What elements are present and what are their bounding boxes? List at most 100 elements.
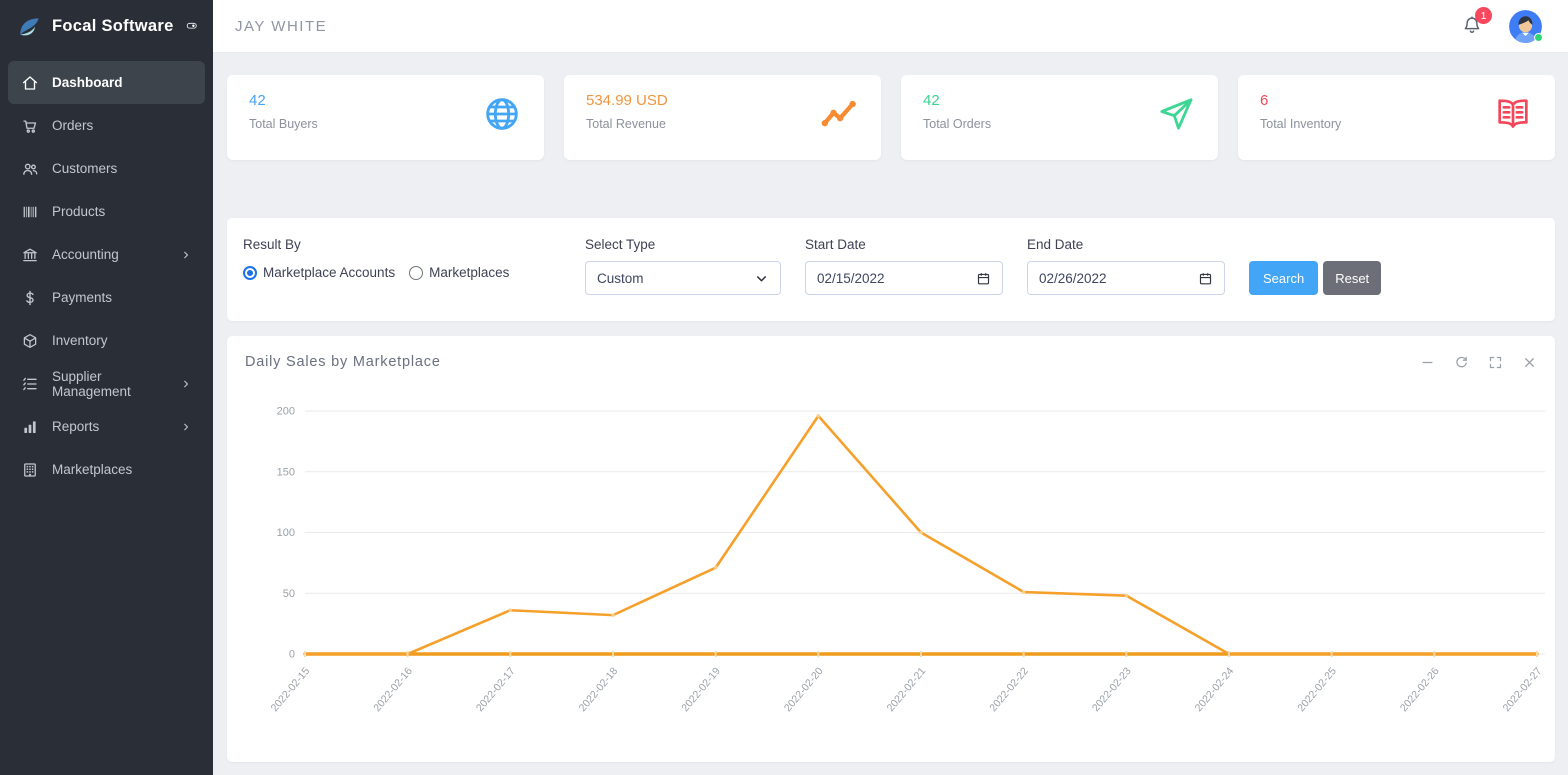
- svg-text:50: 50: [283, 588, 295, 600]
- brand: Focal Software: [0, 0, 213, 53]
- result-by-label: Result By: [243, 237, 301, 252]
- line-chart: 0 50 100 150 200 2022-02-15 2022-02-16 2022-02-…: [245, 396, 1545, 751]
- sidebar-item-inventory[interactable]: Inventory: [8, 319, 205, 362]
- sidebar-collapse-toggle-icon[interactable]: [186, 18, 197, 35]
- trend-icon: [819, 94, 859, 134]
- sidebar-item-supplier-management[interactable]: Supplier Management: [8, 362, 205, 405]
- brand-leaf-icon: [16, 14, 42, 40]
- chevron-right-icon: [180, 421, 192, 433]
- stat-value: 42: [923, 92, 940, 109]
- sidebar-item-label: Inventory: [52, 333, 108, 348]
- chart-title: Daily Sales by Marketplace: [245, 354, 441, 370]
- sidebar: Focal Software Dashboard Orders Customers P…: [0, 0, 213, 775]
- end-date-label: End Date: [1027, 237, 1084, 252]
- svg-text:2022-02-25: 2022-02-25: [1295, 665, 1339, 714]
- sidebar-item-label: Accounting: [52, 247, 119, 262]
- sidebar-item-label: Payments: [52, 290, 113, 305]
- svg-text:100: 100: [277, 527, 295, 539]
- sidebar-item-label: Reports: [52, 419, 100, 434]
- svg-text:2022-02-26: 2022-02-26: [1398, 665, 1442, 714]
- chart-toolbar: [1420, 355, 1537, 370]
- select-type-label: Select Type: [585, 237, 656, 252]
- svg-text:2022-02-16: 2022-02-16: [371, 665, 415, 714]
- svg-text:150: 150: [277, 466, 295, 478]
- book-icon: [1493, 94, 1533, 134]
- stat-value: 42: [249, 92, 266, 109]
- svg-text:2022-02-17: 2022-02-17: [474, 665, 518, 714]
- cube-icon: [21, 332, 39, 350]
- radio-marketplaces[interactable]: [409, 265, 424, 280]
- send-icon: [1156, 94, 1196, 134]
- start-date-label: Start Date: [805, 237, 866, 252]
- stat-value: 534.99 USD: [586, 92, 668, 109]
- bank-icon: [21, 246, 39, 264]
- svg-text:0: 0: [289, 649, 295, 661]
- sidebar-item-label: Orders: [52, 118, 94, 133]
- search-button[interactable]: Search: [1249, 261, 1319, 295]
- radio-marketplaces-label[interactable]: Marketplaces: [429, 265, 509, 280]
- globe-icon: [482, 94, 522, 134]
- sidebar-item-orders[interactable]: Orders: [8, 104, 205, 147]
- start-date-input[interactable]: 02/15/2022: [805, 261, 1003, 295]
- user-avatar[interactable]: [1509, 9, 1543, 43]
- stat-label: Total Buyers: [249, 117, 318, 131]
- radio-marketplace-accounts-label[interactable]: Marketplace Accounts: [263, 265, 395, 280]
- sidebar-item-label: Customers: [52, 161, 118, 176]
- svg-text:2022-02-20: 2022-02-20: [782, 665, 826, 714]
- svg-text:2022-02-23: 2022-02-23: [1090, 665, 1134, 714]
- bar-chart-icon: [21, 418, 39, 436]
- minimize-icon[interactable]: [1420, 355, 1435, 370]
- stats-cards-row: 42 Total Buyers 534.99 USD Total Revenue 42 T…: [227, 75, 1555, 160]
- chevron-right-icon: [180, 249, 192, 261]
- sidebar-item-label: Marketplaces: [52, 462, 133, 477]
- notifications-button[interactable]: 1: [1461, 7, 1492, 38]
- home-icon: [21, 74, 39, 92]
- refresh-icon[interactable]: [1454, 355, 1469, 370]
- svg-text:2022-02-18: 2022-02-18: [577, 665, 621, 714]
- barcode-icon: [21, 203, 39, 221]
- sidebar-item-reports[interactable]: Reports: [8, 405, 205, 448]
- svg-text:2022-02-24: 2022-02-24: [1193, 665, 1237, 714]
- calendar-icon: [1199, 272, 1212, 284]
- stat-value: 6: [1260, 92, 1269, 109]
- stat-label: Total Inventory: [1260, 117, 1342, 131]
- radio-marketplace-accounts[interactable]: [243, 265, 257, 280]
- select-type-value: Custom: [597, 270, 644, 286]
- sidebar-item-label: Products: [52, 204, 106, 219]
- notification-badge: 1: [1475, 7, 1492, 24]
- fullscreen-icon[interactable]: [1488, 355, 1503, 370]
- chevron-down-icon: [757, 275, 766, 281]
- list-icon: [21, 375, 39, 393]
- chart-panel: Daily Sales by Marketplace 0 50 100 150 …: [227, 336, 1555, 762]
- topbar: JAY WHITE 1: [213, 0, 1568, 53]
- sidebar-item-label: Supplier Management: [52, 368, 131, 399]
- sidebar-item-products[interactable]: Products: [8, 190, 205, 233]
- stat-label: Total Orders: [923, 117, 992, 131]
- sidebar-item-accounting[interactable]: Accounting: [8, 233, 205, 276]
- online-status-dot: [1534, 32, 1543, 42]
- sidebar-item-dashboard[interactable]: Dashboard: [8, 61, 205, 104]
- start-date-value: 02/15/2022: [817, 270, 885, 286]
- sidebar-item-marketplaces[interactable]: Marketplaces: [8, 448, 205, 491]
- svg-text:2022-02-15: 2022-02-15: [269, 665, 313, 714]
- sidebar-item-payments[interactable]: Payments: [8, 276, 205, 319]
- users-icon: [21, 160, 39, 178]
- chevron-right-icon: [180, 378, 192, 390]
- stat-card-total-orders: 42 Total Orders: [901, 75, 1218, 160]
- close-icon[interactable]: [1522, 355, 1537, 370]
- end-date-input[interactable]: 02/26/2022: [1027, 261, 1225, 295]
- sidebar-item-label: Dashboard: [52, 75, 123, 90]
- end-date-value: 02/26/2022: [1039, 270, 1107, 286]
- stat-card-total-revenue: 534.99 USD Total Revenue: [564, 75, 881, 160]
- page-title: JAY WHITE: [235, 17, 328, 35]
- svg-text:2022-02-21: 2022-02-21: [885, 665, 929, 714]
- svg-text:2022-02-22: 2022-02-22: [987, 665, 1031, 714]
- dollar-icon: [21, 289, 39, 307]
- select-type-dropdown[interactable]: Custom: [585, 261, 781, 295]
- brand-name: Focal Software: [52, 17, 174, 35]
- cart-icon: [21, 117, 39, 135]
- svg-text:2022-02-27: 2022-02-27: [1501, 665, 1545, 714]
- reset-button[interactable]: Reset: [1323, 261, 1382, 295]
- stat-card-total-inventory: 6 Total Inventory: [1238, 75, 1555, 160]
- sidebar-item-customers[interactable]: Customers: [8, 147, 205, 190]
